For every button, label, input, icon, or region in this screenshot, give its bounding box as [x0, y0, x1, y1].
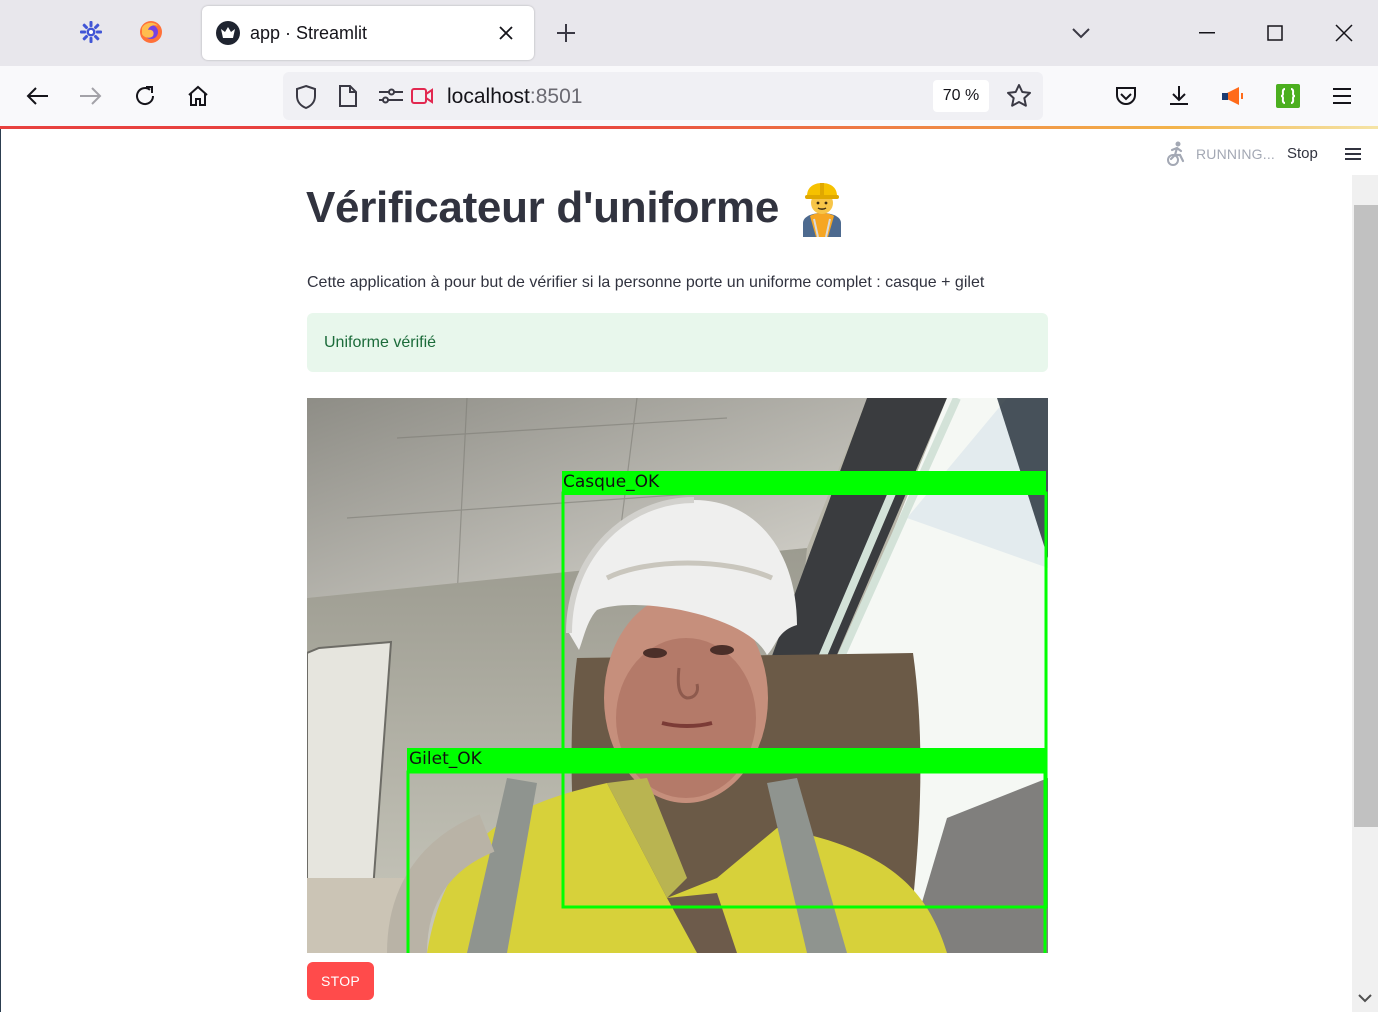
webcam-image: [307, 398, 1048, 953]
scrollbar-thumb[interactable]: [1354, 205, 1378, 827]
app-description: Cette application à pour but de vérifier…: [307, 274, 985, 291]
success-alert: Uniforme vérifié: [307, 313, 1048, 372]
page-title: Vérificateur d'uniforme: [306, 183, 779, 232]
success-alert-text: Uniforme vérifié: [324, 334, 437, 351]
menu-icon[interactable]: [1326, 80, 1358, 112]
stop-run-link[interactable]: Stop: [1287, 145, 1318, 162]
back-arrow-icon[interactable]: [21, 80, 53, 112]
pinned-tab-settings[interactable]: [77, 18, 105, 46]
zoom-badge[interactable]: 70 %: [933, 80, 989, 112]
construction-worker-icon: [803, 183, 841, 237]
pocket-icon[interactable]: [1110, 80, 1142, 112]
minimize-icon[interactable]: [1185, 14, 1229, 52]
url-text[interactable]: localhost:8501: [447, 85, 582, 109]
url-host: localhost: [447, 85, 530, 108]
running-man-icon: [1167, 141, 1185, 166]
helmet-detection-label: Casque_OK: [563, 472, 660, 492]
gear-icon: [80, 21, 102, 43]
vest-detection-label: Gilet_OK: [409, 749, 482, 769]
browser-window: app · Streamlit localhost:8501 70 % RUNN…: [0, 0, 1378, 1012]
new-tab-icon[interactable]: [551, 18, 581, 48]
json-extension-icon[interactable]: [1272, 80, 1304, 112]
running-status: RUNNING...: [1196, 146, 1275, 162]
stop-button[interactable]: STOP: [307, 962, 374, 1000]
shield-icon[interactable]: [294, 84, 318, 110]
tab-bar: app · Streamlit: [0, 0, 1378, 66]
navigation-bar: localhost:8501 70 %: [0, 66, 1378, 126]
camera-sharing-icon[interactable]: [410, 86, 434, 106]
tab-streamlit[interactable]: app · Streamlit: [202, 6, 534, 60]
url-bar[interactable]: localhost:8501 70 %: [283, 72, 1043, 120]
chevron-down-icon[interactable]: [1066, 18, 1096, 48]
forward-arrow-icon[interactable]: [75, 80, 107, 112]
tab-title: app · Streamlit: [250, 22, 368, 43]
webcam-video-frame: Casque_OK Gilet_OK: [307, 398, 1048, 953]
url-port: :8501: [529, 85, 583, 108]
streamlit-page: RUNNING... Stop Vérificateur d'uniforme …: [0, 129, 1378, 1012]
permissions-icon[interactable]: [378, 86, 404, 106]
close-tab-icon[interactable]: [492, 19, 520, 47]
home-icon[interactable]: [182, 80, 214, 112]
maximize-icon[interactable]: [1253, 14, 1297, 52]
megaphone-extension-icon[interactable]: [1217, 80, 1249, 112]
main-menu-icon[interactable]: [1342, 143, 1364, 165]
close-window-icon[interactable]: [1322, 14, 1366, 52]
download-icon[interactable]: [1163, 80, 1195, 112]
reload-icon[interactable]: [129, 80, 161, 112]
streamlit-icon: [216, 21, 240, 45]
scroll-down-arrow-icon[interactable]: [1357, 991, 1373, 1005]
pinned-tab-firefox[interactable]: [137, 18, 165, 46]
bookmark-star-icon[interactable]: [1006, 83, 1032, 109]
firefox-icon: [140, 21, 162, 43]
page-info-icon[interactable]: [338, 84, 358, 108]
